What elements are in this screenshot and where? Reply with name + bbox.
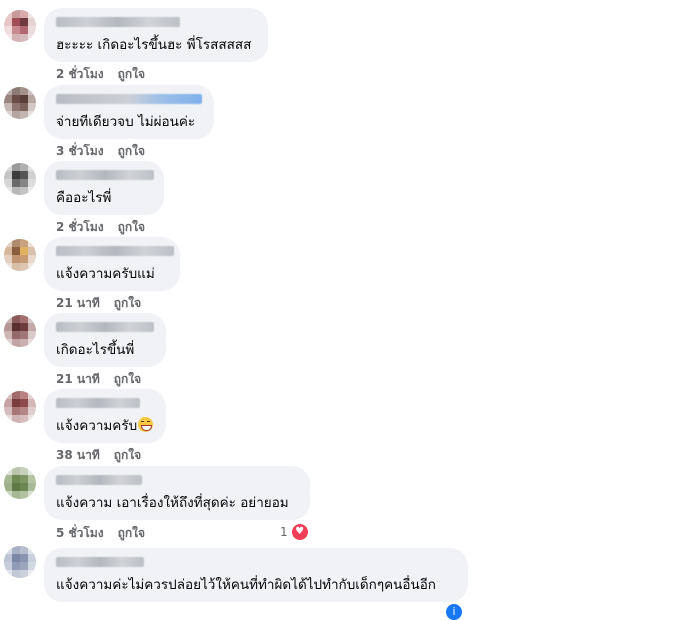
comment-timestamp[interactable]: 2 ชั่วโมง xyxy=(56,220,104,234)
heart-icon: ♥ xyxy=(289,522,310,542)
reaction-icon[interactable]: i xyxy=(446,604,462,620)
commenter-name-redacted[interactable] xyxy=(56,17,180,27)
commenter-name-redacted[interactable] xyxy=(56,322,154,332)
commenter-name-redacted[interactable] xyxy=(56,94,202,104)
like-button[interactable]: ถูกใจ xyxy=(118,526,145,540)
comment-actions: 38 นาที ถูกใจ xyxy=(56,446,141,465)
comment-actions: 5 ชั่วโมง ถูกใจ xyxy=(56,524,145,543)
like-button[interactable]: ถูกใจ xyxy=(118,67,145,81)
avatar[interactable] xyxy=(4,10,36,42)
commenter-name-redacted[interactable] xyxy=(56,246,174,256)
commenter-name-redacted[interactable] xyxy=(56,475,142,485)
comment-bubble: ฮะะะะ เกิดอะไรขึ้นฮะ พี่โรสสสสส xyxy=(44,8,268,62)
comment-text: แจ้งความ เอาเรื่องให้ถึงที่สุดค่ะ อย่ายอ… xyxy=(56,495,289,511)
commenter-name-redacted[interactable] xyxy=(56,170,154,180)
commenter-name-redacted[interactable] xyxy=(56,398,140,408)
avatar[interactable] xyxy=(4,163,36,195)
comment-timestamp[interactable]: 5 ชั่วโมง xyxy=(56,526,104,540)
comment-timestamp[interactable]: 21 นาที xyxy=(56,296,100,310)
comment-text: แจ้งความครับแม่ xyxy=(56,266,155,282)
reaction-summary[interactable]: 1 ♥ xyxy=(280,522,310,542)
avatar[interactable] xyxy=(4,315,36,347)
comment-bubble: แจ้งความค่ะไม่ควรปล่อยไว้ให้คนที่ทำผิดได… xyxy=(44,548,468,602)
comment-bubble: เกิดอะไรขึ้นพี่ xyxy=(44,313,166,367)
comment-bubble: จ่ายทีเดียวจบ ไม่ผ่อนค่ะ xyxy=(44,85,214,139)
comment-actions: 21 นาที ถูกใจ xyxy=(56,370,141,389)
avatar[interactable] xyxy=(4,239,36,271)
like-button[interactable]: ถูกใจ xyxy=(118,220,145,234)
comment-text: ฮะะะะ เกิดอะไรขึ้นฮะ พี่โรสสสสส xyxy=(56,37,252,53)
comment-text: เกิดอะไรขึ้นพี่ xyxy=(56,342,135,358)
comment-bubble: แจ้งความครับแม่ xyxy=(44,237,180,291)
grinning-face-icon xyxy=(138,417,154,432)
comment-actions: 21 นาที ถูกใจ xyxy=(56,294,141,313)
comment-timestamp[interactable]: 21 นาที xyxy=(56,372,100,386)
comment-timestamp[interactable]: 38 นาที xyxy=(56,448,100,462)
like-button[interactable]: ถูกใจ xyxy=(114,372,141,386)
commenter-name-redacted[interactable] xyxy=(56,557,144,567)
avatar[interactable] xyxy=(4,467,36,499)
comment-text: แจ้งความค่ะไม่ควรปล่อยไว้ให้คนที่ทำผิดได… xyxy=(56,577,436,593)
comment-text: คืออะไรพี่ xyxy=(56,190,112,206)
comment-actions: 2 ชั่วโมง ถูกใจ xyxy=(56,218,145,237)
comment-actions: 2 ชั่วโมง ถูกใจ xyxy=(56,65,145,84)
like-button[interactable]: ถูกใจ xyxy=(114,296,141,310)
comment-text: แจ้งความครับ xyxy=(56,417,154,435)
like-button[interactable]: ถูกใจ xyxy=(118,144,145,158)
avatar[interactable] xyxy=(4,546,36,578)
comment-bubble: แจ้งความ เอาเรื่องให้ถึงที่สุดค่ะ อย่ายอ… xyxy=(44,466,310,520)
like-button[interactable]: ถูกใจ xyxy=(114,448,141,462)
avatar[interactable] xyxy=(4,391,36,423)
comment-text: จ่ายทีเดียวจบ ไม่ผ่อนค่ะ xyxy=(56,114,196,130)
comment-timestamp[interactable]: 3 ชั่วโมง xyxy=(56,144,104,158)
reaction-count: 1 xyxy=(280,525,288,539)
comment-timestamp[interactable]: 2 ชั่วโมง xyxy=(56,67,104,81)
comment-text-value: แจ้งความครับ xyxy=(56,418,138,434)
comment-actions: 3 ชั่วโมง ถูกใจ xyxy=(56,142,145,161)
comment-bubble: แจ้งความครับ xyxy=(44,389,166,443)
comment-bubble: คืออะไรพี่ xyxy=(44,161,164,215)
avatar[interactable] xyxy=(4,87,36,119)
